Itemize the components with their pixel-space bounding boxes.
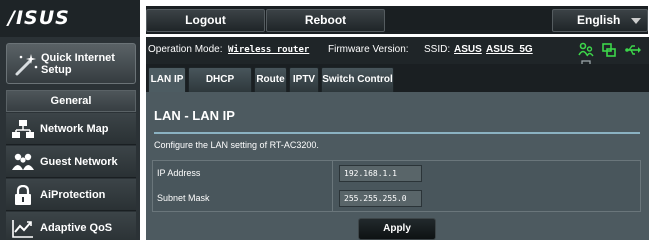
title-divider (154, 132, 640, 134)
table-row: IP Address 192.168.1.1 (152, 160, 641, 186)
lock-icon (15, 185, 31, 205)
general-section-header: General (6, 90, 136, 112)
sidebar-item-adaptive-qos[interactable]: Adaptive QoS (6, 212, 136, 240)
sidebar-item-label: Guest Network (40, 156, 118, 168)
ip-address-input[interactable]: 192.168.1.1 (339, 165, 422, 182)
settings-content: LAN - LAN IP Configure the LAN setting o… (146, 92, 649, 240)
tab-lan-ip[interactable]: LAN IP (148, 67, 186, 92)
chevron-down-icon (631, 18, 641, 24)
ssid-link-5g[interactable]: ASUS_5G (486, 44, 533, 55)
usb-icon[interactable] (625, 42, 641, 58)
lan-settings-table: IP Address 192.168.1.1 Subnet Mask 255.2… (152, 160, 641, 212)
ssid-link-2g[interactable]: ASUS (454, 44, 482, 55)
subnet-mask-input[interactable]: 255.255.255.0 (339, 190, 422, 207)
quick-setup-label-line2: Setup (41, 64, 72, 76)
status-info-bar: Operation Mode: Wireless router Firmware… (146, 37, 649, 76)
sidebar-item-label: Network Map (40, 123, 109, 135)
client-status-icon[interactable] (578, 42, 594, 58)
tab-bar: LAN IP DHCP Server Route IPTV Switch Con… (146, 64, 649, 108)
ssid-label: SSID: (424, 44, 451, 55)
logout-button[interactable]: Logout (146, 9, 265, 32)
language-label: English (577, 13, 621, 27)
tab-iptv[interactable]: IPTV (289, 67, 319, 92)
sidebar-item-label: Adaptive QoS (40, 222, 113, 234)
subnet-mask-label: Subnet Mask (153, 186, 332, 211)
sidebar-item-guest-network[interactable]: Guest Network (6, 146, 136, 178)
operation-mode-link[interactable]: Wireless router (228, 45, 309, 55)
sidebar-item-network-map[interactable]: Network Map (6, 113, 136, 145)
page-description: Configure the LAN setting of RT-AC3200. (154, 140, 319, 150)
language-select[interactable]: English (552, 9, 648, 32)
quick-internet-setup-button[interactable]: Quick Internet Setup (6, 43, 136, 84)
tab-dhcp-server[interactable]: DHCP Server (188, 67, 252, 108)
sidebar-item-label: AiProtection (40, 189, 106, 201)
quick-setup-label-line1: Quick Internet (41, 52, 115, 64)
guest-network-icon (12, 153, 34, 170)
firmware-version-label: Firmware Version: (328, 44, 409, 55)
main-panel: Operation Mode: Wireless router Firmware… (140, 37, 649, 240)
sidebar: Quick Internet Setup General Network Map… (0, 37, 140, 240)
qos-chart-icon (12, 220, 33, 238)
asus-logo[interactable]: /ISUS (8, 7, 70, 29)
top-bar: /ISUS Logout Reboot English (0, 0, 649, 37)
logo-area: /ISUS (0, 0, 140, 37)
tab-switch-control[interactable]: Switch Control (321, 67, 394, 92)
ip-address-cell: 192.168.1.1 (332, 161, 640, 186)
magic-wand-icon (15, 54, 38, 76)
sidebar-item-aiprotection[interactable]: AiProtection (6, 179, 136, 211)
ip-address-label: IP Address (153, 161, 332, 186)
quick-setup-label: Quick Internet Setup (41, 52, 115, 76)
top-button-strip: Logout Reboot English (146, 6, 648, 34)
tab-route[interactable]: Route (254, 67, 287, 92)
apply-button[interactable]: Apply (358, 218, 436, 240)
network-map-icon (12, 120, 34, 138)
reboot-button[interactable]: Reboot (266, 9, 385, 32)
operation-mode-label: Operation Mode: (148, 44, 223, 55)
page-title: LAN - LAN IP (154, 108, 235, 123)
network-status-icon[interactable] (601, 42, 617, 58)
table-row: Subnet Mask 255.255.255.0 (152, 186, 641, 212)
subnet-mask-cell: 255.255.255.0 (332, 186, 640, 211)
